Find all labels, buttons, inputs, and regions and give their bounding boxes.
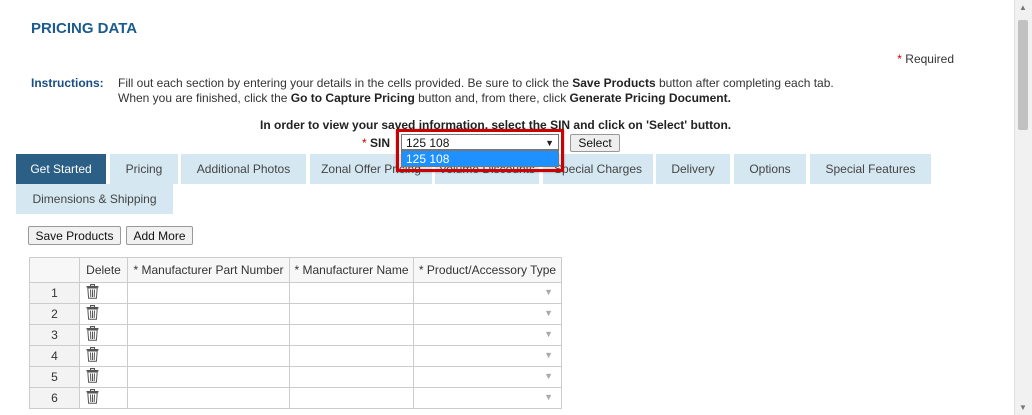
dropdown-arrow-icon: ▼ (544, 371, 553, 381)
trash-icon[interactable] (86, 284, 99, 299)
sin-label-text: SIN (370, 136, 391, 150)
header-row-number (29, 257, 80, 283)
header-manufacturer-part-number: * Manufacturer Part Number (127, 257, 290, 283)
delete-cell (79, 387, 128, 409)
trash-icon[interactable] (86, 305, 99, 320)
product-type-cell[interactable]: ▼ (413, 345, 562, 367)
header-product-type: * Product/Accessory Type (413, 257, 562, 283)
manufacturer-part-number-cell[interactable] (127, 303, 290, 325)
product-type-cell[interactable]: ▼ (413, 282, 562, 304)
table-row: 6 ▼ (29, 387, 562, 409)
table-header-row: Delete * Manufacturer Part Number * Manu… (29, 257, 562, 283)
sin-label: * SIN (362, 136, 390, 150)
sin-required-star: * (362, 136, 367, 150)
manufacturer-name-cell[interactable] (289, 282, 414, 304)
instructions-line-2: When you are finished, click the Go to C… (118, 91, 878, 106)
tab-additional-photos[interactable]: Additional Photos (181, 154, 306, 184)
manufacturer-part-number-cell[interactable] (127, 387, 290, 409)
tab-options[interactable]: Options (734, 154, 806, 184)
instr-l2-b: Go to Capture Pricing (290, 91, 415, 105)
products-table: Delete * Manufacturer Part Number * Manu… (29, 257, 562, 409)
tab-special-features[interactable]: Special Features (810, 154, 931, 184)
row-number: 4 (29, 345, 80, 367)
header-manufacturer-name: * Manufacturer Name (289, 257, 414, 283)
vertical-scrollbar[interactable]: ▲ ▼ (1014, 0, 1032, 415)
delete-cell (79, 366, 128, 388)
manufacturer-name-cell[interactable] (289, 366, 414, 388)
required-note: * Required (897, 52, 954, 66)
dropdown-arrow-icon: ▼ (544, 308, 553, 318)
delete-cell (79, 345, 128, 367)
trash-icon[interactable] (86, 326, 99, 341)
product-type-cell[interactable]: ▼ (413, 366, 562, 388)
add-more-button[interactable]: Add More (126, 226, 193, 245)
product-type-cell[interactable]: ▼ (413, 324, 562, 346)
instr-l2-a: When you are finished, click the (118, 91, 291, 105)
tab-dimensions-shipping[interactable]: Dimensions & Shipping (16, 184, 173, 214)
tab-delivery[interactable]: Delivery (656, 154, 730, 184)
trash-icon[interactable] (86, 347, 99, 362)
instr-l2-d: Generate Pricing Document. (569, 91, 731, 105)
instr-l2-c: button and, from there, click (414, 91, 570, 105)
instr-l1-a: Fill out each section by entering your d… (118, 76, 573, 90)
table-row: 3 ▼ (29, 324, 562, 346)
header-delete: Delete (79, 257, 128, 283)
scroll-up-icon[interactable]: ▲ (1019, 3, 1027, 12)
scrollbar-thumb[interactable] (1018, 20, 1028, 130)
scroll-down-icon[interactable]: ▼ (1019, 403, 1027, 412)
manufacturer-name-cell[interactable] (289, 345, 414, 367)
trash-icon[interactable] (86, 389, 99, 404)
table-row: 5 ▼ (29, 366, 562, 388)
dropdown-arrow-icon: ▼ (544, 329, 553, 339)
select-button[interactable]: Select (570, 134, 620, 152)
row-number: 5 (29, 366, 80, 388)
instructions-text: Fill out each section by entering your d… (118, 76, 878, 106)
manufacturer-part-number-cell[interactable] (127, 366, 290, 388)
delete-cell (79, 303, 128, 325)
product-type-cell[interactable]: ▼ (413, 303, 562, 325)
trash-icon[interactable] (86, 368, 99, 383)
required-label: Required (905, 52, 954, 66)
dropdown-arrow-icon: ▼ (544, 392, 553, 402)
instructions-line-1: Fill out each section by entering your d… (118, 76, 878, 91)
manufacturer-name-cell[interactable] (289, 303, 414, 325)
row-number: 2 (29, 303, 80, 325)
manufacturer-name-cell[interactable] (289, 387, 414, 409)
manufacturer-part-number-cell[interactable] (127, 282, 290, 304)
delete-cell (79, 324, 128, 346)
tab-pricing[interactable]: Pricing (110, 154, 178, 184)
table-row: 1 ▼ (29, 282, 562, 304)
row-number: 1 (29, 282, 80, 304)
delete-cell (79, 282, 128, 304)
dropdown-arrow-icon: ▼ (544, 350, 553, 360)
manufacturer-name-cell[interactable] (289, 324, 414, 346)
page-title: PRICING DATA (31, 20, 138, 37)
instructions-label: Instructions: (31, 76, 104, 90)
table-row: 2 ▼ (29, 303, 562, 325)
highlight-box (396, 129, 564, 172)
instr-l1-c: button after completing each tab. (655, 76, 834, 90)
manufacturer-part-number-cell[interactable] (127, 324, 290, 346)
product-type-cell[interactable]: ▼ (413, 387, 562, 409)
tab-get-started[interactable]: Get Started (16, 154, 106, 184)
row-number: 6 (29, 387, 80, 409)
row-number: 3 (29, 324, 80, 346)
manufacturer-part-number-cell[interactable] (127, 345, 290, 367)
table-row: 4 ▼ (29, 345, 562, 367)
required-star: * (897, 52, 902, 66)
save-products-button[interactable]: Save Products (28, 226, 121, 245)
instr-l1-b: Save Products (572, 76, 656, 90)
dropdown-arrow-icon: ▼ (544, 287, 553, 297)
